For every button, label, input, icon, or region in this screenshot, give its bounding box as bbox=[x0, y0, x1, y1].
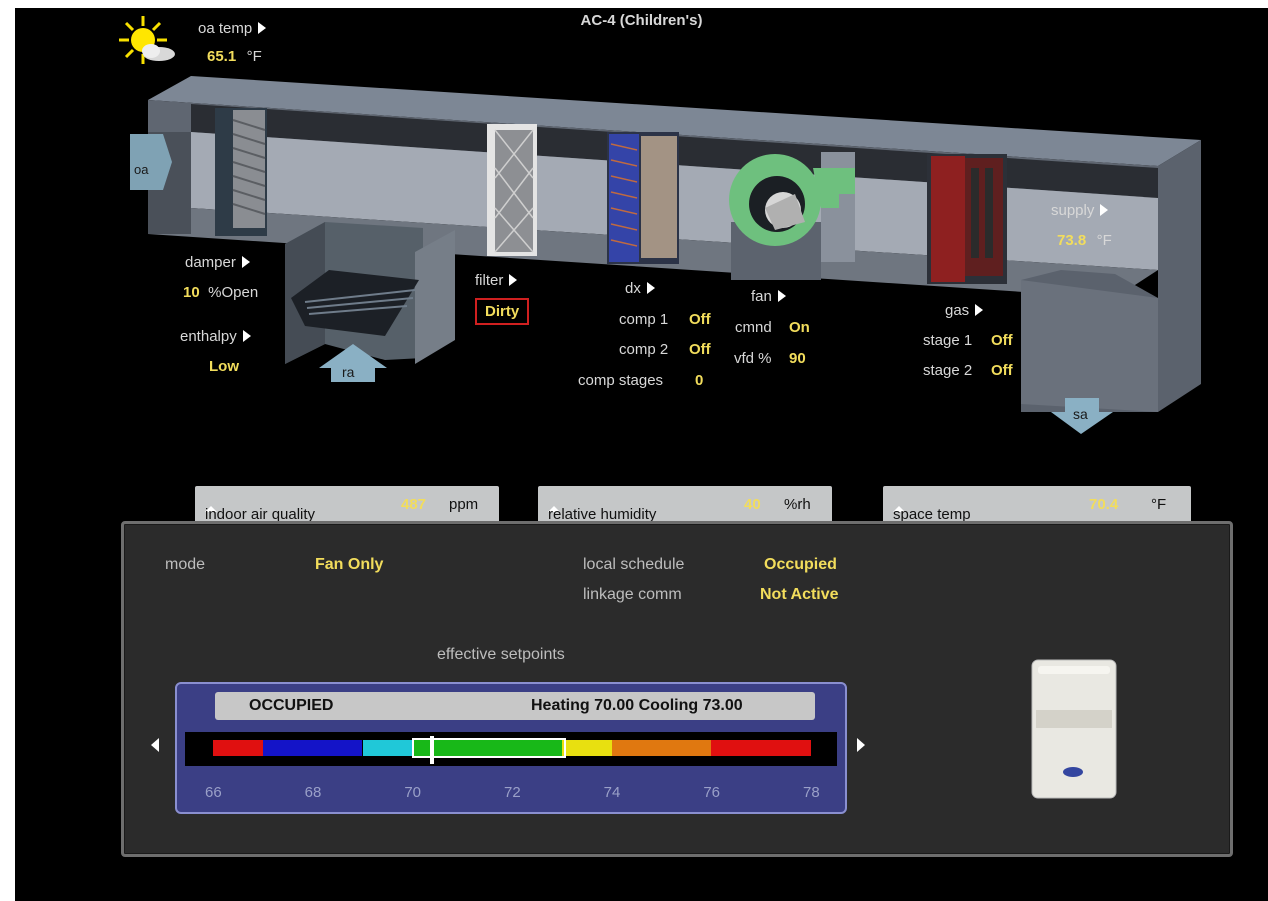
fan-label[interactable]: fan bbox=[751, 288, 786, 305]
scroll-right-arrow-icon[interactable] bbox=[857, 738, 865, 752]
comp1-label: comp 1 bbox=[619, 311, 669, 328]
scroll-left-arrow-icon[interactable] bbox=[151, 738, 159, 752]
setpoint-tick-label: 74 bbox=[603, 784, 621, 801]
thermostat-sensor-icon bbox=[1031, 659, 1117, 799]
enthalpy-value: Low bbox=[209, 358, 239, 375]
setpoint-band bbox=[262, 740, 363, 756]
sa-duct-label: sa bbox=[1073, 406, 1088, 422]
setpoint-graph: OCCUPIED Heating 70.00 Cooling 73.00 66 6… bbox=[175, 682, 847, 814]
comp1-value: Off bbox=[689, 311, 711, 328]
setpoint-tick-label: 66 bbox=[205, 784, 222, 801]
fan-vfd-value: 90 bbox=[789, 350, 806, 367]
expand-arrow-icon bbox=[241, 256, 250, 268]
expand-arrow-icon bbox=[1100, 204, 1109, 216]
tab-indoor-air-quality[interactable]: indoor air quality 487 ppm bbox=[195, 486, 499, 523]
dx-label[interactable]: dx bbox=[625, 280, 655, 297]
expand-arrow-icon bbox=[975, 304, 984, 316]
heating-setpoint: Heating 70.00 Cooling 73.00 bbox=[531, 697, 743, 714]
expand-arrow-icon bbox=[777, 290, 786, 302]
setpoint-band bbox=[213, 740, 263, 756]
ahu-graphic-screen: AC-4 (Children's) oa temp 65.1 °F oa ra … bbox=[15, 8, 1268, 901]
comp-stages-label: comp stages bbox=[578, 372, 664, 389]
gas-stage1-value: Off bbox=[991, 332, 1013, 349]
schedule-label: local schedule bbox=[583, 556, 685, 573]
comp-stages-value: 0 bbox=[695, 372, 704, 389]
damper-readout: 10 %Open bbox=[183, 284, 259, 301]
enthalpy-label[interactable]: enthalpy bbox=[180, 328, 251, 345]
gas-stage1-label: stage 1 bbox=[923, 332, 973, 349]
fan-cmnd-value: On bbox=[789, 319, 810, 336]
mode-value: Fan Only bbox=[315, 556, 384, 573]
damper-label[interactable]: damper bbox=[185, 254, 250, 271]
tab-relative-humidity[interactable]: relative humidity 40 %rh bbox=[538, 486, 832, 523]
current-temp-marker bbox=[430, 736, 435, 764]
mode-label: mode bbox=[165, 556, 206, 573]
tab-space-temp[interactable]: space temp 70.4 °F bbox=[883, 486, 1191, 523]
setpoint-tick-label: 68 bbox=[304, 784, 322, 801]
supply-label[interactable]: supply bbox=[1051, 202, 1109, 219]
setpoint-tick-label: 72 bbox=[504, 784, 521, 801]
gas-stage2-label: stage 2 bbox=[923, 362, 973, 379]
expand-arrow-icon bbox=[242, 330, 251, 342]
setpoint-header: OCCUPIED Heating 70.00 Cooling 73.00 bbox=[215, 692, 815, 720]
expand-arrow-icon bbox=[509, 274, 518, 286]
setpoint-tick-label: 70 bbox=[404, 784, 422, 801]
linkage-value: Not Active bbox=[760, 586, 839, 603]
gas-label[interactable]: gas bbox=[945, 302, 984, 319]
schedule-value: Occupied bbox=[764, 556, 837, 573]
comp2-label: comp 2 bbox=[619, 341, 669, 358]
gas-stage2-value: Off bbox=[991, 362, 1013, 379]
setpoint-scale-bar bbox=[185, 732, 837, 766]
comfort-range-outline bbox=[412, 738, 566, 758]
expand-arrow-icon bbox=[646, 282, 655, 294]
filter-label[interactable]: filter bbox=[475, 272, 518, 289]
setpoint-tick-label: 78 bbox=[803, 784, 820, 801]
fan-vfd-label: vfd % bbox=[734, 350, 772, 367]
setpoint-tick-label: 76 bbox=[703, 784, 721, 801]
setpoints-label: effective setpoints bbox=[437, 646, 565, 663]
setpoint-band bbox=[362, 740, 413, 756]
ra-duct-label: ra bbox=[342, 364, 355, 380]
occupancy-state: OCCUPIED bbox=[249, 697, 334, 714]
supply-readout: 73.8 °F bbox=[1057, 232, 1112, 249]
setpoint-band bbox=[561, 740, 612, 756]
fan-cmnd-label: cmnd bbox=[735, 319, 772, 336]
linkage-label: linkage comm bbox=[583, 586, 682, 603]
setpoint-band bbox=[711, 740, 811, 756]
comp2-value: Off bbox=[689, 341, 711, 358]
setpoint-band bbox=[611, 740, 712, 756]
oa-duct-label: oa bbox=[134, 162, 149, 177]
filter-status-alarm[interactable]: Dirty bbox=[475, 298, 530, 325]
